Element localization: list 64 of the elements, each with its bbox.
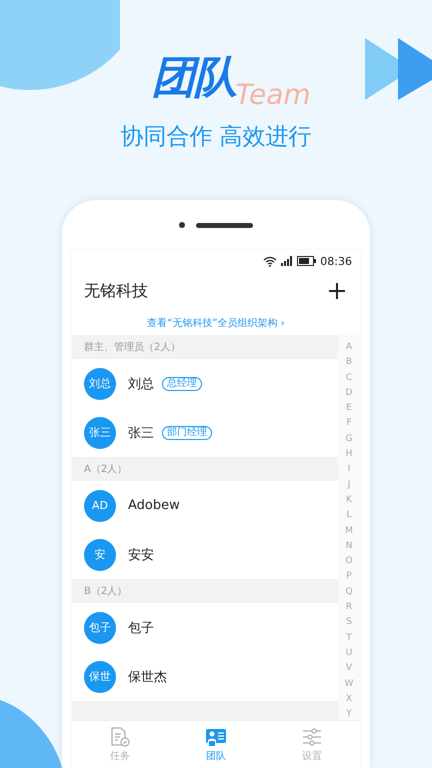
avatar: 刘总 [84, 368, 116, 400]
index-letter[interactable]: B [346, 355, 352, 371]
index-letter[interactable]: Y [346, 707, 352, 722]
member-row[interactable]: 安 安安 [72, 530, 338, 579]
index-letter[interactable]: Q [345, 584, 353, 600]
index-letter[interactable]: F [346, 416, 352, 432]
role-tag: 总经理 [162, 376, 202, 390]
logo-title: 团队 [151, 52, 236, 104]
avatar: 张三 [84, 416, 116, 448]
camera-dot [179, 222, 185, 228]
index-letter[interactable]: J [348, 478, 350, 493]
index-letter[interactable]: H [346, 447, 352, 462]
index-letter[interactable]: O [345, 554, 353, 570]
signal-icon [281, 256, 294, 266]
member-row[interactable]: 保世 保世杰 [72, 652, 338, 701]
index-letter[interactable]: V [346, 661, 352, 677]
battery-icon [297, 256, 316, 266]
index-letter[interactable]: A [346, 340, 352, 356]
member-name: 安安 [128, 546, 154, 564]
org-chart-link[interactable]: 查看“无铭科技”全员组织架构 › [147, 316, 285, 330]
status-time: 08:36 [320, 254, 352, 268]
member-name: 保世杰 [128, 668, 167, 686]
index-letter[interactable]: N [346, 538, 352, 554]
id-card-icon [205, 726, 227, 746]
index-letter[interactable]: C [346, 370, 352, 386]
avatar: 保世 [84, 660, 116, 692]
avatar: 安 [84, 538, 116, 570]
double-arrow-drawing [365, 38, 432, 102]
logo-subtitle: Team [235, 80, 311, 110]
index-letter[interactable]: D [346, 386, 352, 402]
speaker-grille [196, 222, 253, 228]
index-letter[interactable]: S [346, 615, 352, 631]
tab[interactable]: 设置 [264, 721, 360, 768]
index-letter[interactable]: T [346, 630, 352, 646]
wifi-icon [263, 256, 278, 266]
index-letter[interactable]: U [346, 646, 352, 662]
index-letter[interactable]: M [345, 524, 353, 539]
index-letter[interactable]: G [346, 432, 352, 448]
index-letter[interactable]: X [346, 692, 352, 708]
member-name: 刘总 [128, 376, 154, 392]
tab[interactable]: 团队 [168, 721, 264, 768]
add-icon[interactable] [328, 282, 346, 300]
sliders-icon [301, 726, 323, 746]
index-letter[interactable]: P [346, 569, 352, 585]
avatar: AD [84, 490, 116, 522]
member-row[interactable]: 刘总 刘总 总经理 [72, 359, 338, 408]
tab[interactable]: 任务 [72, 721, 168, 768]
member-name: Adobew [128, 498, 180, 513]
index-letter[interactable]: I [348, 462, 350, 478]
index-letter[interactable]: W [344, 676, 354, 692]
index-letter[interactable]: K [346, 492, 352, 508]
role-tag: 部门经理 [162, 426, 212, 440]
member-name: 包子 [128, 620, 154, 636]
index-letter[interactable]: R [346, 600, 352, 616]
avatar: 包子 [84, 612, 116, 644]
index-letter[interactable]: L [346, 508, 352, 524]
slogan: 协同合作 高效进行 [120, 123, 312, 152]
index-letter[interactable]: E [346, 401, 352, 416]
document-icon [109, 726, 131, 746]
member-row[interactable]: AD Adobew [72, 481, 338, 530]
member-row[interactable]: 张三 张三 部门经理 [72, 408, 338, 457]
member-row[interactable]: 包子 包子 [72, 603, 338, 652]
member-name: 张三 [128, 424, 154, 442]
company-title: 无铭科技 [84, 280, 148, 302]
